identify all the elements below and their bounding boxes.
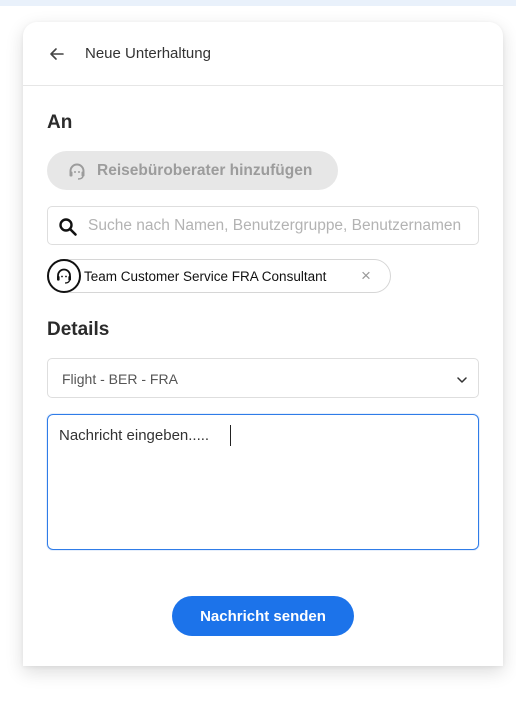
new-conversation-panel: Neue Unterhaltung An Reisebüroberater hi… [23, 22, 503, 666]
search-icon [58, 217, 78, 237]
trip-select-dropdown[interactable]: Flight - BER - FRA [47, 358, 479, 398]
remove-recipient-icon[interactable]: × [358, 266, 374, 286]
add-consultant-button[interactable]: Reisebüroberater hinzufügen [47, 151, 338, 190]
details-section-title: Details [47, 319, 110, 340]
consultant-headset-icon [67, 161, 87, 181]
recipient-search-input[interactable] [88, 207, 476, 244]
send-message-button[interactable]: Nachricht senden [172, 596, 354, 636]
recipient-search-field [47, 206, 479, 245]
recipients-section-title: An [47, 112, 73, 133]
chevron-down-icon [456, 373, 468, 385]
add-consultant-label: Reisebüroberater hinzufügen [97, 162, 313, 179]
top-background-band [0, 0, 516, 6]
consultant-avatar-icon [47, 259, 81, 293]
message-textarea[interactable]: Nachricht eingeben..... [48, 415, 478, 549]
selected-recipient-label: Team Customer Service FRA Consultant [84, 269, 327, 284]
message-field: Nachricht eingeben..... [47, 414, 479, 550]
selected-recipient-chip: Team Customer Service FRA Consultant × [47, 259, 391, 293]
trip-select-value: Flight - BER - FRA [62, 371, 178, 387]
back-arrow-icon[interactable] [47, 44, 67, 64]
text-cursor [230, 425, 231, 446]
panel-header: Neue Unterhaltung [23, 22, 503, 86]
page-title: Neue Unterhaltung [85, 45, 211, 62]
